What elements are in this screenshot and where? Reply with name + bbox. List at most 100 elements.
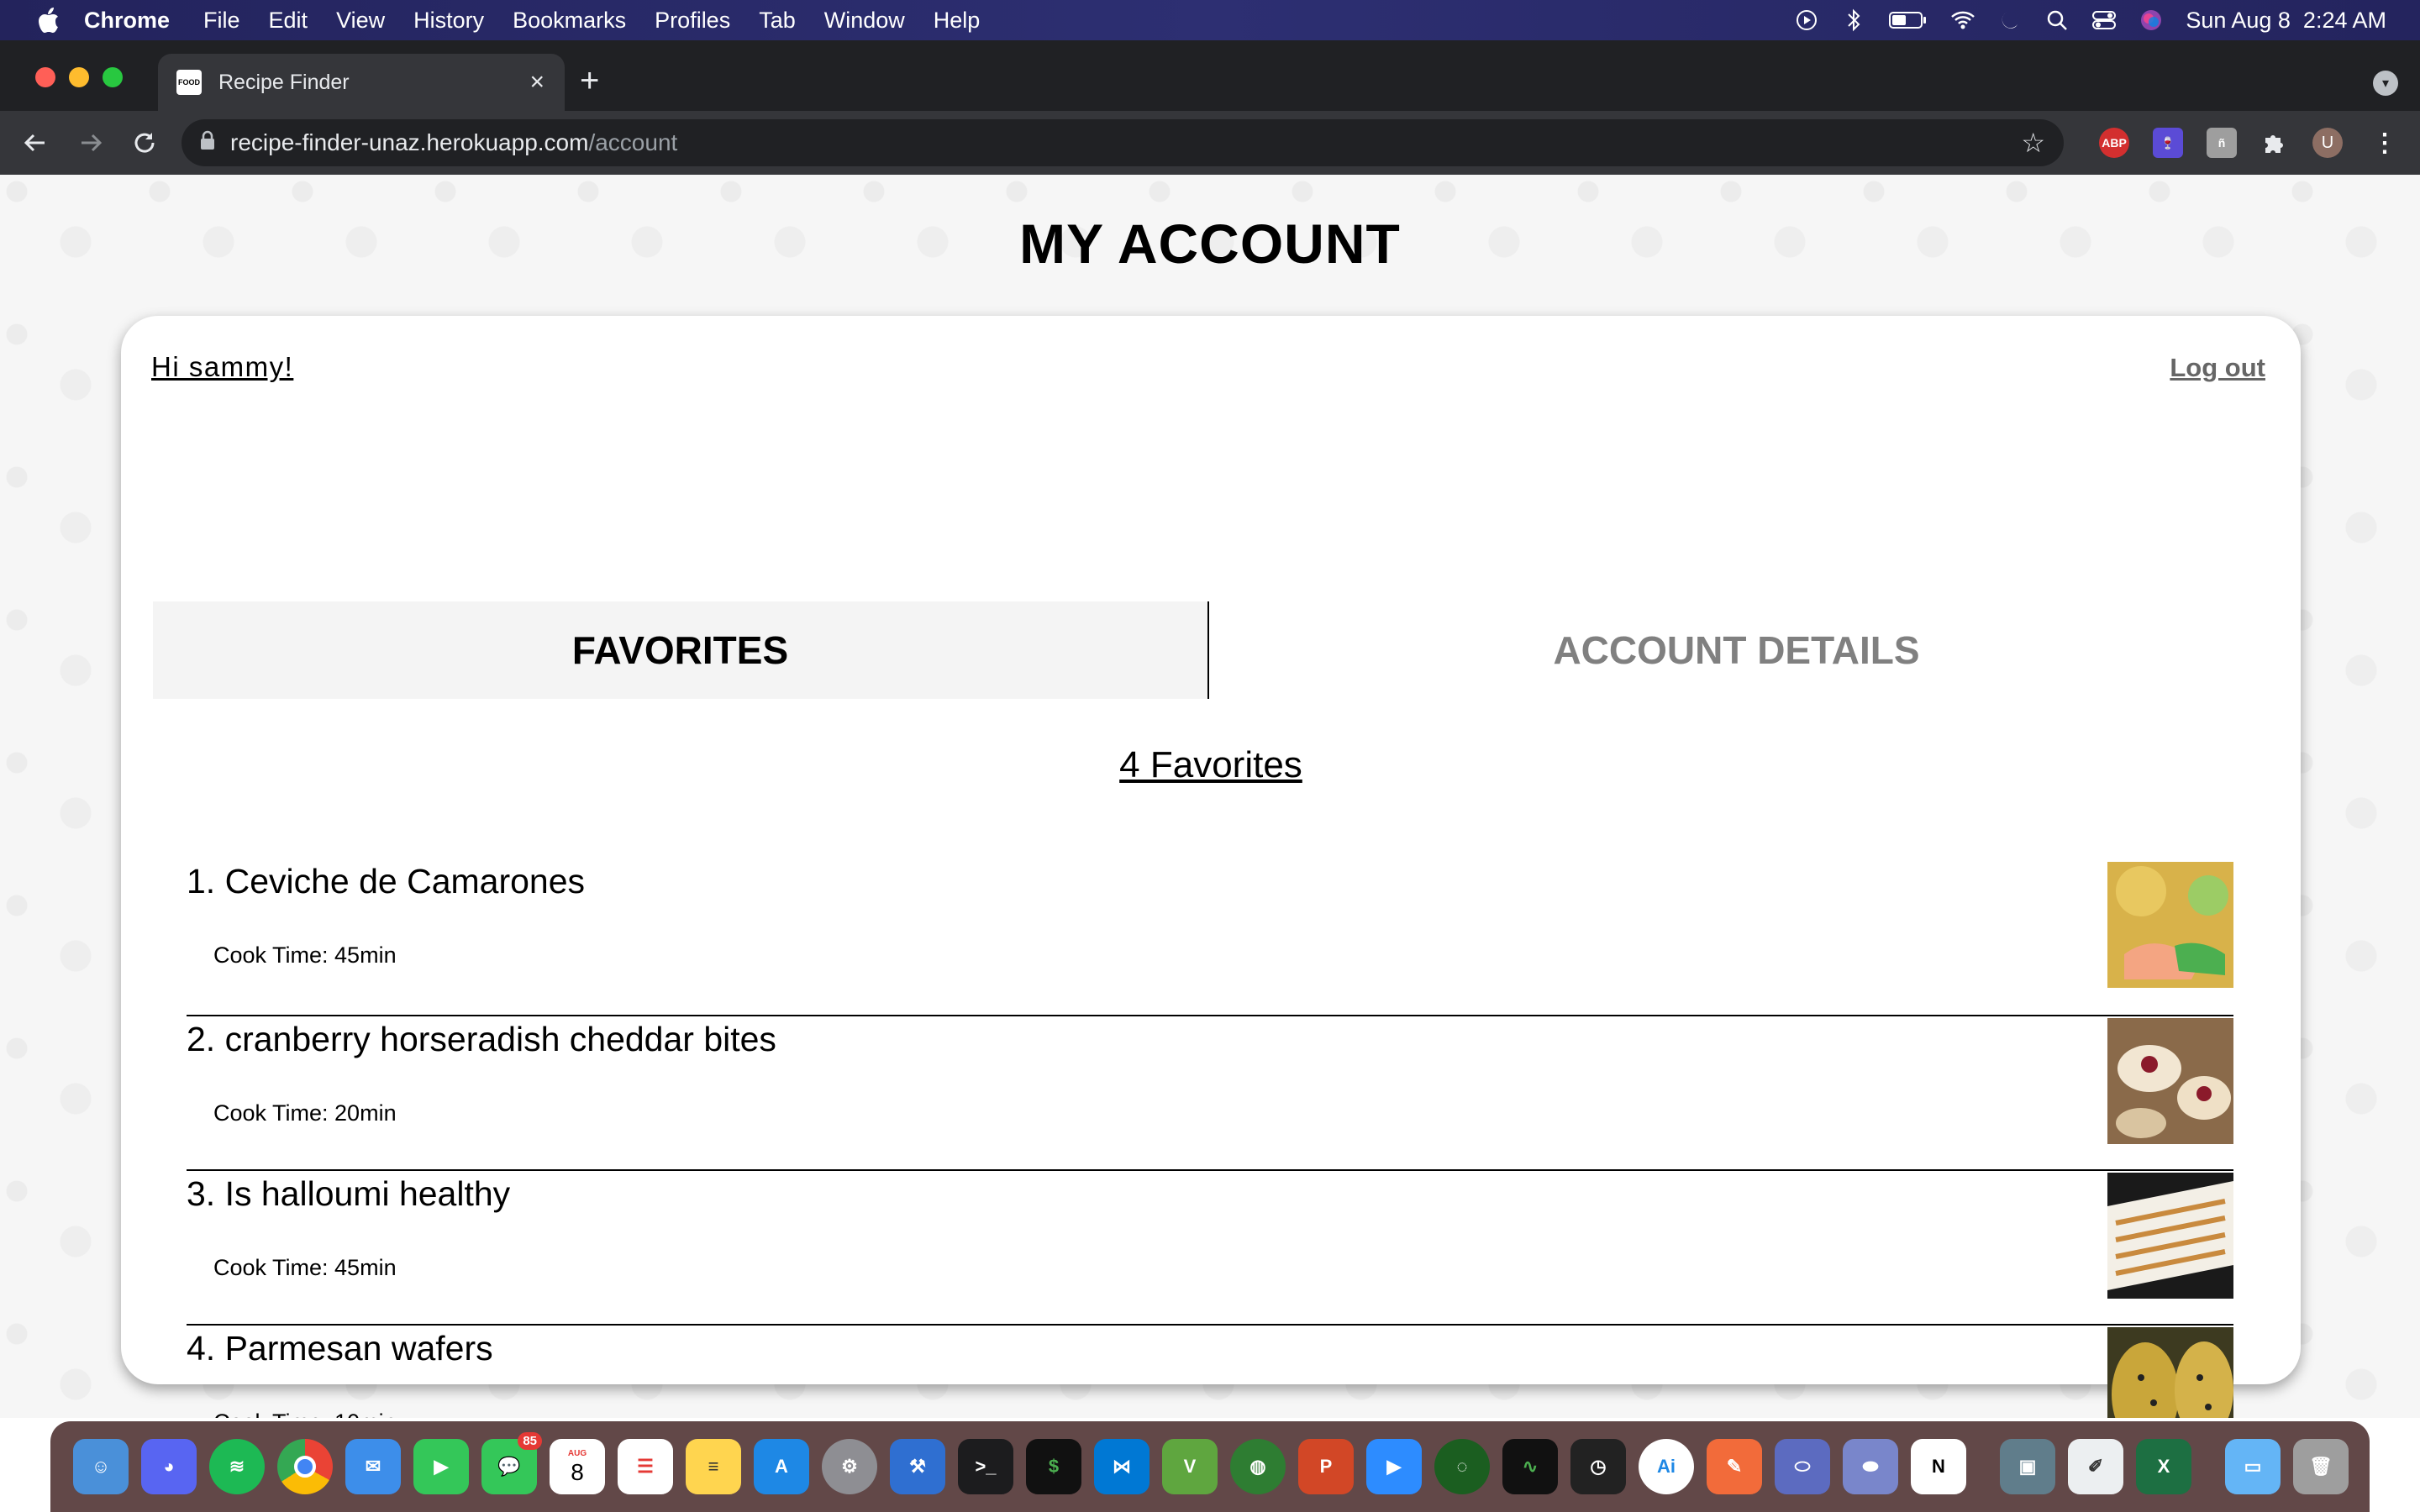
favorite-title[interactable]: 4. Parmesan wafers <box>187 1329 493 1368</box>
reload-icon[interactable] <box>128 126 161 160</box>
menu-file[interactable]: File <box>203 8 240 34</box>
ai-app-icon[interactable]: Ai <box>1639 1439 1694 1494</box>
address-bar[interactable]: recipe-finder-unaz.herokuapp.com/account… <box>182 119 2064 166</box>
siri-icon[interactable] <box>2139 8 2164 33</box>
battery-icon[interactable] <box>1888 8 1928 33</box>
downloads-folder-icon[interactable]: ▭ <box>2225 1439 2281 1494</box>
recipe-thumbnail-cranberry-bites[interactable] <box>2107 1018 2233 1144</box>
menu-edit[interactable]: Edit <box>269 8 308 34</box>
zoom-icon[interactable]: ▶ <box>1366 1439 1422 1494</box>
do-not-disturb-moon-icon[interactable] <box>1997 8 2023 33</box>
app-store-icon[interactable]: A <box>754 1439 809 1494</box>
terminal-icon[interactable]: >_ <box>958 1439 1013 1494</box>
macos-menubar: Chrome File Edit View History Bookmarks … <box>0 0 2420 40</box>
menu-app-name[interactable]: Chrome <box>84 8 170 34</box>
menu-help[interactable]: Help <box>934 8 981 34</box>
facetime-icon[interactable]: ▶ <box>413 1439 469 1494</box>
menu-tab[interactable]: Tab <box>759 8 796 34</box>
favorite-title[interactable]: 2. cranberry horseradish cheddar bites <box>187 1020 776 1059</box>
browser-toolbar: recipe-finder-unaz.herokuapp.com/account… <box>0 111 2420 175</box>
recipe-thumbnail-halloumi[interactable] <box>2107 1173 2233 1299</box>
menu-view[interactable]: View <box>336 8 385 34</box>
browser-tab-active[interactable]: FOOD Recipe Finder × <box>158 54 565 111</box>
notion-icon[interactable]: N <box>1911 1439 1966 1494</box>
logout-link[interactable]: Log out <box>2170 353 2265 383</box>
xcode-icon[interactable]: ⚒ <box>890 1439 945 1494</box>
control-center-icon[interactable] <box>2091 8 2117 33</box>
site-favicon-icon: FOOD <box>176 70 202 95</box>
preview-icon[interactable]: ▣ <box>2000 1439 2055 1494</box>
spotify-icon[interactable]: ≋ <box>209 1439 265 1494</box>
calendar-icon[interactable]: AUG 8 <box>550 1439 605 1494</box>
lock-icon[interactable] <box>200 130 215 156</box>
messages-icon[interactable]: 💬 85 <box>481 1432 542 1494</box>
user-greeting-link[interactable]: Hi sammy! <box>151 351 293 383</box>
textedit-icon[interactable]: ✐ <box>2068 1439 2123 1494</box>
menu-bookmarks[interactable]: Bookmarks <box>513 8 626 34</box>
favorite-item[interactable]: 2. cranberry horseradish cheddar bites C… <box>187 1016 2233 1171</box>
url-path: /account <box>588 129 678 155</box>
chrome-icon[interactable] <box>277 1439 333 1494</box>
back-arrow-icon[interactable] <box>18 126 52 160</box>
clock-icon[interactable]: ◷ <box>1570 1439 1626 1494</box>
reminders-icon[interactable]: ☰ <box>618 1439 673 1494</box>
vscode-icon[interactable]: ⋈ <box>1094 1439 1150 1494</box>
forward-arrow-icon[interactable] <box>74 126 108 160</box>
account-card: Hi sammy! Log out FAVORITES ACCOUNT DETA… <box>121 316 2301 1418</box>
menu-profiles[interactable]: Profiles <box>655 8 730 34</box>
vim-icon[interactable]: V <box>1162 1439 1218 1494</box>
wifi-icon[interactable] <box>1950 8 1975 33</box>
iterm-icon[interactable]: $ <box>1026 1439 1081 1494</box>
system-preferences-icon[interactable]: ⚙ <box>822 1439 877 1494</box>
media-play-icon[interactable] <box>1794 8 1819 33</box>
pen-app-icon[interactable]: ✎ <box>1707 1439 1762 1494</box>
browser-tab-strip: FOOD Recipe Finder × + ▾ <box>0 40 2420 111</box>
activity-ring-icon[interactable]: ◌ <box>1434 1439 1490 1494</box>
powerpoint-icon[interactable]: P <box>1298 1439 1354 1494</box>
favorite-cook-time: Cook Time: 10min <box>213 1410 397 1418</box>
profile-avatar[interactable]: U <box>2312 128 2343 158</box>
network-icon[interactable]: ◍ <box>1230 1439 1286 1494</box>
apple-menu-icon[interactable] <box>34 6 62 34</box>
recipe-thumbnail-ceviche[interactable] <box>2107 862 2233 988</box>
generic-extension-icon[interactable]: ñ <box>2207 128 2237 158</box>
tab-search-chevron-icon[interactable]: ▾ <box>2373 71 2398 96</box>
new-tab-plus-icon[interactable]: + <box>580 64 599 97</box>
elephant-app-icon[interactable]: ⬭ <box>1775 1439 1830 1494</box>
bluetooth-icon[interactable] <box>1841 8 1866 33</box>
favorite-title[interactable]: 3. Is halloumi healthy <box>187 1174 510 1214</box>
menu-window[interactable]: Window <box>824 8 905 34</box>
wine-glass-extension-icon[interactable]: 🍷 <box>2153 128 2183 158</box>
window-zoom-button[interactable] <box>103 67 123 87</box>
elephant-app-2-icon[interactable]: ⬬ <box>1843 1439 1898 1494</box>
extensions-puzzle-icon[interactable] <box>2259 128 2289 158</box>
favorite-item[interactable]: 1. Ceviche de Camarones Cook Time: 45min <box>187 862 2233 1016</box>
chrome-menu-kebab-icon[interactable]: ⋮ <box>2370 128 2400 158</box>
spotlight-search-icon[interactable] <box>2044 8 2070 33</box>
discord-icon[interactable]: ◕ <box>141 1439 197 1494</box>
favorite-item[interactable]: 3. Is halloumi healthy Cook Time: 45min <box>187 1171 2233 1326</box>
excel-icon[interactable]: X <box>2136 1439 2191 1494</box>
mail-icon[interactable]: ✉ <box>345 1439 401 1494</box>
trash-icon[interactable]: 🗑 <box>2293 1439 2349 1494</box>
recipe-thumbnail-parmesan-wafers[interactable] <box>2107 1327 2233 1418</box>
finder-icon[interactable]: ☺ <box>73 1439 129 1494</box>
window-close-button[interactable] <box>35 67 55 87</box>
adblock-plus-extension-icon[interactable]: ABP <box>2099 128 2129 158</box>
page-viewport: MY ACCOUNT Hi sammy! Log out FAVORITES A… <box>0 175 2420 1418</box>
notes-icon[interactable]: ≡ <box>686 1439 741 1494</box>
bookmark-star-icon[interactable]: ☆ <box>2021 127 2045 159</box>
tab-title: Recipe Finder <box>218 70 350 94</box>
activity-monitor-icon[interactable]: ∿ <box>1502 1439 1558 1494</box>
window-minimize-button[interactable] <box>69 67 89 87</box>
favorite-cook-time: Cook Time: 20min <box>213 1100 397 1126</box>
favorite-cook-time: Cook Time: 45min <box>213 1255 397 1280</box>
favorite-item[interactable]: 4. Parmesan wafers Cook Time: 10min <box>187 1326 2233 1418</box>
menubar-datetime[interactable]: Sun Aug 8 2:24 AM <box>2186 8 2386 34</box>
menu-history[interactable]: History <box>413 8 484 34</box>
tab-close-icon[interactable]: × <box>529 68 544 97</box>
tab-account-details[interactable]: ACCOUNT DETAILS <box>1209 601 2264 699</box>
tab-favorites[interactable]: FAVORITES <box>153 601 1209 699</box>
account-tabs: FAVORITES ACCOUNT DETAILS <box>153 601 2264 699</box>
favorite-title[interactable]: 1. Ceviche de Camarones <box>187 862 585 901</box>
